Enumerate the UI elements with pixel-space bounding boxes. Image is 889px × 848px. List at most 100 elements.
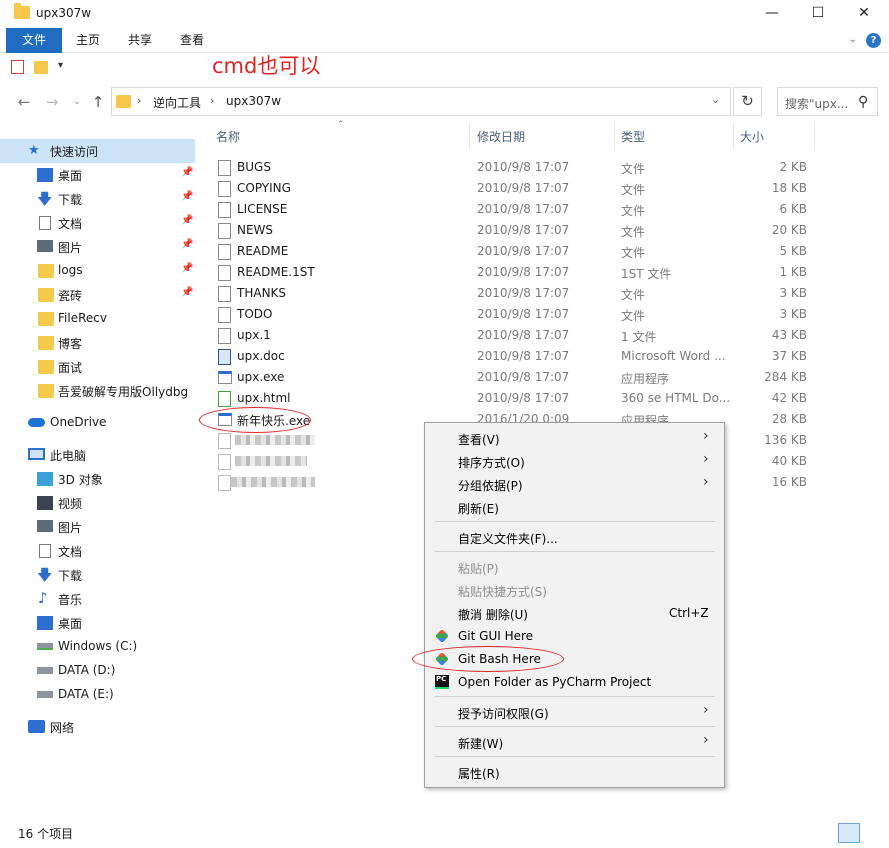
sidebar-item-blog[interactable]: 博客 (0, 331, 200, 355)
column-header-name[interactable]: 名称 (216, 128, 240, 150)
menu-item-git-gui[interactable]: Git GUI Here (425, 625, 724, 647)
file-row[interactable]: NEWS 2010/9/8 17:07 文件 20 KB (209, 220, 809, 241)
sidebar-item-pictures[interactable]: 图片 📌 (0, 235, 200, 259)
word-doc-icon (218, 349, 231, 365)
menu-item-new[interactable]: 新建(W) › (425, 731, 724, 753)
sidebar-item-downloads-pc[interactable]: 🡇 下载 (0, 563, 200, 587)
help-button[interactable]: ? (866, 33, 881, 48)
sidebar-item-desktop[interactable]: 桌面 📌 (0, 163, 200, 187)
column-divider[interactable] (733, 123, 734, 149)
sidebar-item-videos[interactable]: 视频 (0, 491, 200, 515)
menu-item-pycharm[interactable]: PC Open Folder as PyCharm Project (425, 671, 724, 693)
file-row[interactable]: BUGS 2010/9/8 17:07 文件 2 KB (209, 157, 809, 178)
sidebar-item-3d-objects[interactable]: 3D 对象 (0, 467, 200, 491)
sidebar-item-music[interactable]: ♪ 音乐 (0, 587, 200, 611)
sidebar-item-onedrive[interactable]: OneDrive (0, 411, 200, 435)
sidebar-item-quick-access[interactable]: ★ 快速访问 (0, 139, 200, 163)
folder-icon (14, 3, 30, 19)
sidebar-item-drive-c[interactable]: Windows (C:) (0, 635, 200, 659)
redacted-filename (231, 477, 315, 487)
chevron-right-icon: › (210, 94, 215, 107)
maximize-button[interactable]: ☐ (795, 0, 841, 28)
menu-separator (435, 756, 715, 757)
menu-item-customize-folder[interactable]: 自定义文件夹(F)... (425, 526, 724, 548)
sidebar-item-downloads[interactable]: 🡇 下载 📌 (0, 187, 200, 211)
file-icon (218, 286, 231, 302)
picture-icon (37, 520, 53, 532)
file-row[interactable]: upx.exe 2010/9/8 17:07 应用程序 284 KB (209, 367, 809, 388)
menu-item-paste[interactable]: 粘贴(P) (425, 556, 724, 578)
column-header-type[interactable]: 类型 (621, 128, 645, 150)
file-row[interactable]: README 2010/9/8 17:07 文件 5 KB (209, 241, 809, 262)
sidebar-item-this-pc[interactable]: 此电脑 (0, 443, 200, 467)
menu-item-undo-delete[interactable]: 撤消 删除(U) Ctrl+Z (425, 602, 724, 624)
recent-locations-icon[interactable]: ⌄ (70, 92, 84, 112)
properties-icon[interactable] (11, 60, 24, 74)
sidebar-item-desktop-pc[interactable]: 桌面 (0, 611, 200, 635)
sidebar-item-pictures-pc[interactable]: 图片 (0, 515, 200, 539)
breadcrumb-item[interactable]: upx307w (226, 94, 281, 108)
file-row[interactable]: upx.html 2010/9/8 17:07 360 se HTML Do..… (209, 388, 809, 409)
menu-item-properties[interactable]: 属性(R) (425, 761, 724, 783)
context-menu: 查看(V) › 排序方式(O) › 分组依据(P) › 刷新(E) 自定义文件夹… (424, 422, 725, 788)
column-divider[interactable] (814, 123, 815, 149)
column-divider[interactable] (614, 123, 615, 149)
new-folder-icon[interactable] (34, 61, 48, 74)
cloud-icon (28, 418, 45, 427)
menu-item-sort-by[interactable]: 排序方式(O) › (425, 450, 724, 472)
sidebar-item-filerecv[interactable]: FileRecv (0, 307, 200, 331)
network-icon (28, 720, 45, 733)
folder-icon (38, 360, 54, 374)
file-icon (218, 265, 231, 281)
column-divider[interactable] (469, 123, 470, 149)
column-header-size[interactable]: 大小 (740, 128, 764, 150)
sidebar-item-documents[interactable]: 文档 📌 (0, 211, 200, 235)
tab-file[interactable]: 文件 (6, 28, 62, 53)
download-icon: 🡇 (37, 566, 53, 584)
drive-icon (37, 691, 53, 698)
up-arrow-icon[interactable]: ↑ (88, 92, 108, 112)
file-row[interactable]: THANKS 2010/9/8 17:07 文件 3 KB (209, 283, 809, 304)
tab-view[interactable]: 查看 (174, 28, 210, 53)
file-row[interactable]: upx.doc 2010/9/8 17:07 Microsoft Word ..… (209, 346, 809, 367)
sidebar-item-network[interactable]: 网络 (0, 715, 200, 739)
sidebar-item-tiles[interactable]: 瓷砖 📌 (0, 283, 200, 307)
sidebar-item-documents-pc[interactable]: 文档 (0, 539, 200, 563)
menu-item-grant-access[interactable]: 授予访问权限(G) › (425, 701, 724, 723)
tab-home[interactable]: 主页 (70, 28, 106, 53)
menu-item-view[interactable]: 查看(V) › (425, 427, 724, 449)
customize-toolbar-icon[interactable]: ▾ (58, 60, 63, 71)
file-icon (218, 223, 231, 239)
sidebar-item-drive-d[interactable]: DATA (D:) (0, 659, 200, 683)
pin-icon: 📌 (181, 215, 194, 226)
details-view-icon[interactable] (838, 823, 860, 843)
file-row[interactable]: TODO 2010/9/8 17:07 文件 3 KB (209, 304, 809, 325)
sidebar-item-ollydbg[interactable]: 吾爱破解专用版Ollydbg (0, 379, 200, 403)
expand-ribbon-icon[interactable]: ⌄ (847, 34, 859, 46)
refresh-button[interactable]: ↻ (733, 87, 762, 116)
column-header-date[interactable]: 修改日期 (477, 128, 525, 150)
close-button[interactable]: ✕ (841, 0, 887, 28)
menu-item-group-by[interactable]: 分组依据(P) › (425, 473, 724, 495)
back-arrow-icon[interactable]: ← (14, 92, 34, 112)
search-icon[interactable]: ⚲ (858, 94, 868, 110)
minimize-button[interactable]: — (749, 0, 795, 28)
large-icons-view-icon[interactable] (862, 823, 884, 843)
sidebar-item-logs[interactable]: logs 📌 (0, 259, 200, 283)
chevron-right-icon: › (703, 702, 709, 718)
tab-share[interactable]: 共享 (122, 28, 158, 53)
file-row[interactable]: COPYING 2010/9/8 17:07 文件 18 KB (209, 178, 809, 199)
file-row[interactable]: upx.1 2010/9/8 17:07 1 文件 43 KB (209, 325, 809, 346)
file-row[interactable]: README.1ST 2010/9/8 17:07 1ST 文件 1 KB (209, 262, 809, 283)
menu-item-refresh[interactable]: 刷新(E) (425, 496, 724, 518)
sidebar-item-interview[interactable]: 面试 (0, 355, 200, 379)
chevron-down-icon[interactable]: ⌄ (711, 93, 720, 106)
file-row[interactable]: LICENSE 2010/9/8 17:07 文件 6 KB (209, 199, 809, 220)
forward-arrow-icon[interactable]: → (42, 92, 62, 112)
drive-icon (37, 667, 53, 674)
sidebar-item-drive-e[interactable]: DATA (E:) (0, 683, 200, 707)
address-bar[interactable] (111, 87, 731, 116)
picture-icon (37, 240, 53, 252)
menu-item-paste-shortcut[interactable]: 粘贴快捷方式(S) (425, 579, 724, 601)
breadcrumb-item[interactable]: 逆向工具 (153, 94, 201, 111)
